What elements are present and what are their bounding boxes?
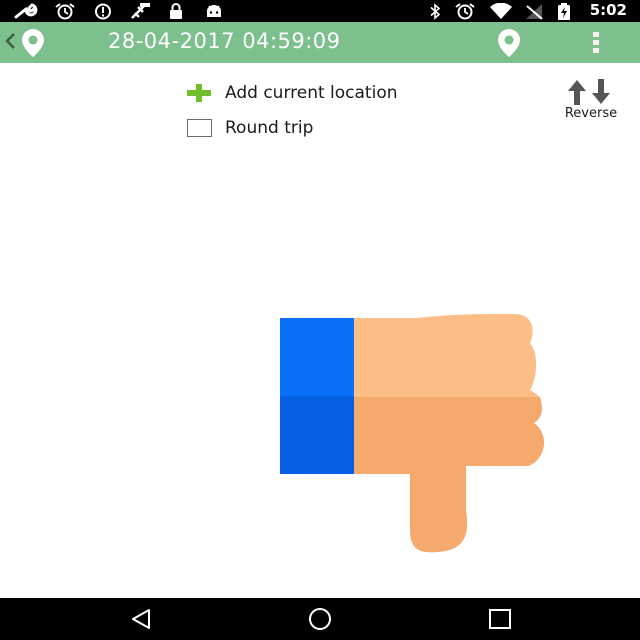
swap-vertical-icon xyxy=(568,79,610,105)
app-bar: 28-04-2017 04:59:09 xyxy=(0,22,640,63)
plus-icon xyxy=(187,84,211,102)
wrench-icon xyxy=(14,3,38,19)
battery-charging-icon xyxy=(558,3,570,20)
map-pin-icon[interactable] xyxy=(492,26,526,60)
map-pin-icon[interactable] xyxy=(17,27,49,59)
checkbox[interactable] xyxy=(187,119,212,137)
add-current-location-button[interactable]: Add current location xyxy=(185,80,475,106)
alarm-icon xyxy=(455,3,475,20)
lock-icon xyxy=(170,3,182,19)
round-trip-label: Round trip xyxy=(225,118,314,138)
overflow-menu-icon[interactable] xyxy=(585,30,607,56)
status-time: 5:02 xyxy=(589,1,627,19)
reverse-button[interactable]: Reverse xyxy=(548,78,634,124)
chevron-left-icon[interactable] xyxy=(4,31,16,51)
reverse-label: Reverse xyxy=(564,106,618,121)
no-signal-icon xyxy=(526,4,543,20)
gps-off-icon xyxy=(131,3,150,19)
android-icon xyxy=(207,5,221,17)
bluetooth-icon xyxy=(430,3,441,20)
page-title: 28-04-2017 04:59:09 xyxy=(108,29,341,53)
recents-icon[interactable] xyxy=(486,607,514,631)
alarm-icon xyxy=(55,3,75,20)
info-icon xyxy=(95,3,111,20)
wifi-icon xyxy=(490,3,512,19)
add-current-location-label: Add current location xyxy=(225,83,398,103)
navigation-bar xyxy=(0,598,640,640)
thumbs-down-icon xyxy=(280,314,545,553)
back-icon[interactable] xyxy=(127,607,155,631)
round-trip-checkbox[interactable]: Round trip xyxy=(187,116,387,140)
status-bar: 5:02 xyxy=(0,0,640,22)
home-icon[interactable] xyxy=(306,607,334,631)
